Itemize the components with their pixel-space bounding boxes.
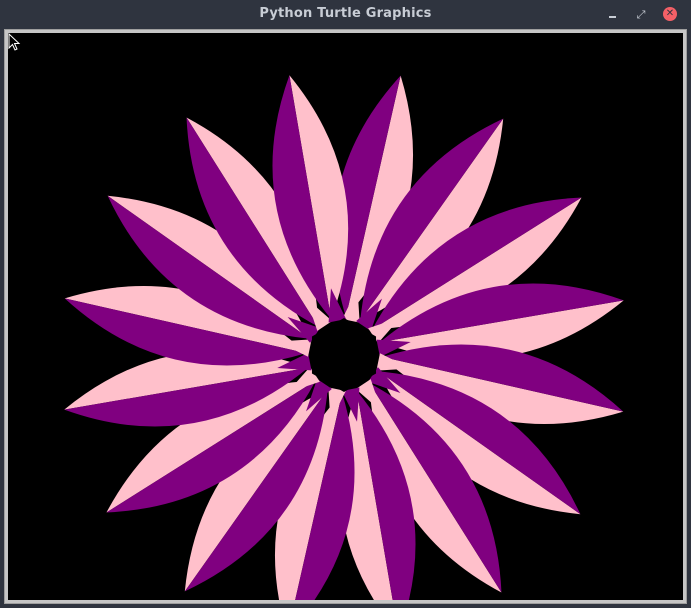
minimize-icon bbox=[608, 16, 616, 18]
close-icon: ✕ bbox=[663, 7, 677, 21]
window-title: Python Turtle Graphics bbox=[259, 6, 432, 21]
window-frame bbox=[4, 29, 687, 604]
flower-center bbox=[311, 318, 377, 392]
turtle-window: Python Turtle Graphics ⤢ ✕ bbox=[0, 0, 691, 608]
turtle-canvas[interactable] bbox=[8, 33, 683, 600]
mouse-pointer-icon bbox=[8, 33, 21, 51]
maximize-button[interactable]: ⤢ bbox=[633, 6, 649, 22]
minimize-button[interactable] bbox=[604, 6, 620, 22]
close-button[interactable]: ✕ bbox=[662, 6, 678, 22]
flower-drawing bbox=[64, 75, 624, 600]
title-bar[interactable]: Python Turtle Graphics ⤢ ✕ bbox=[0, 0, 691, 28]
restore-icon: ⤢ bbox=[636, 7, 646, 21]
